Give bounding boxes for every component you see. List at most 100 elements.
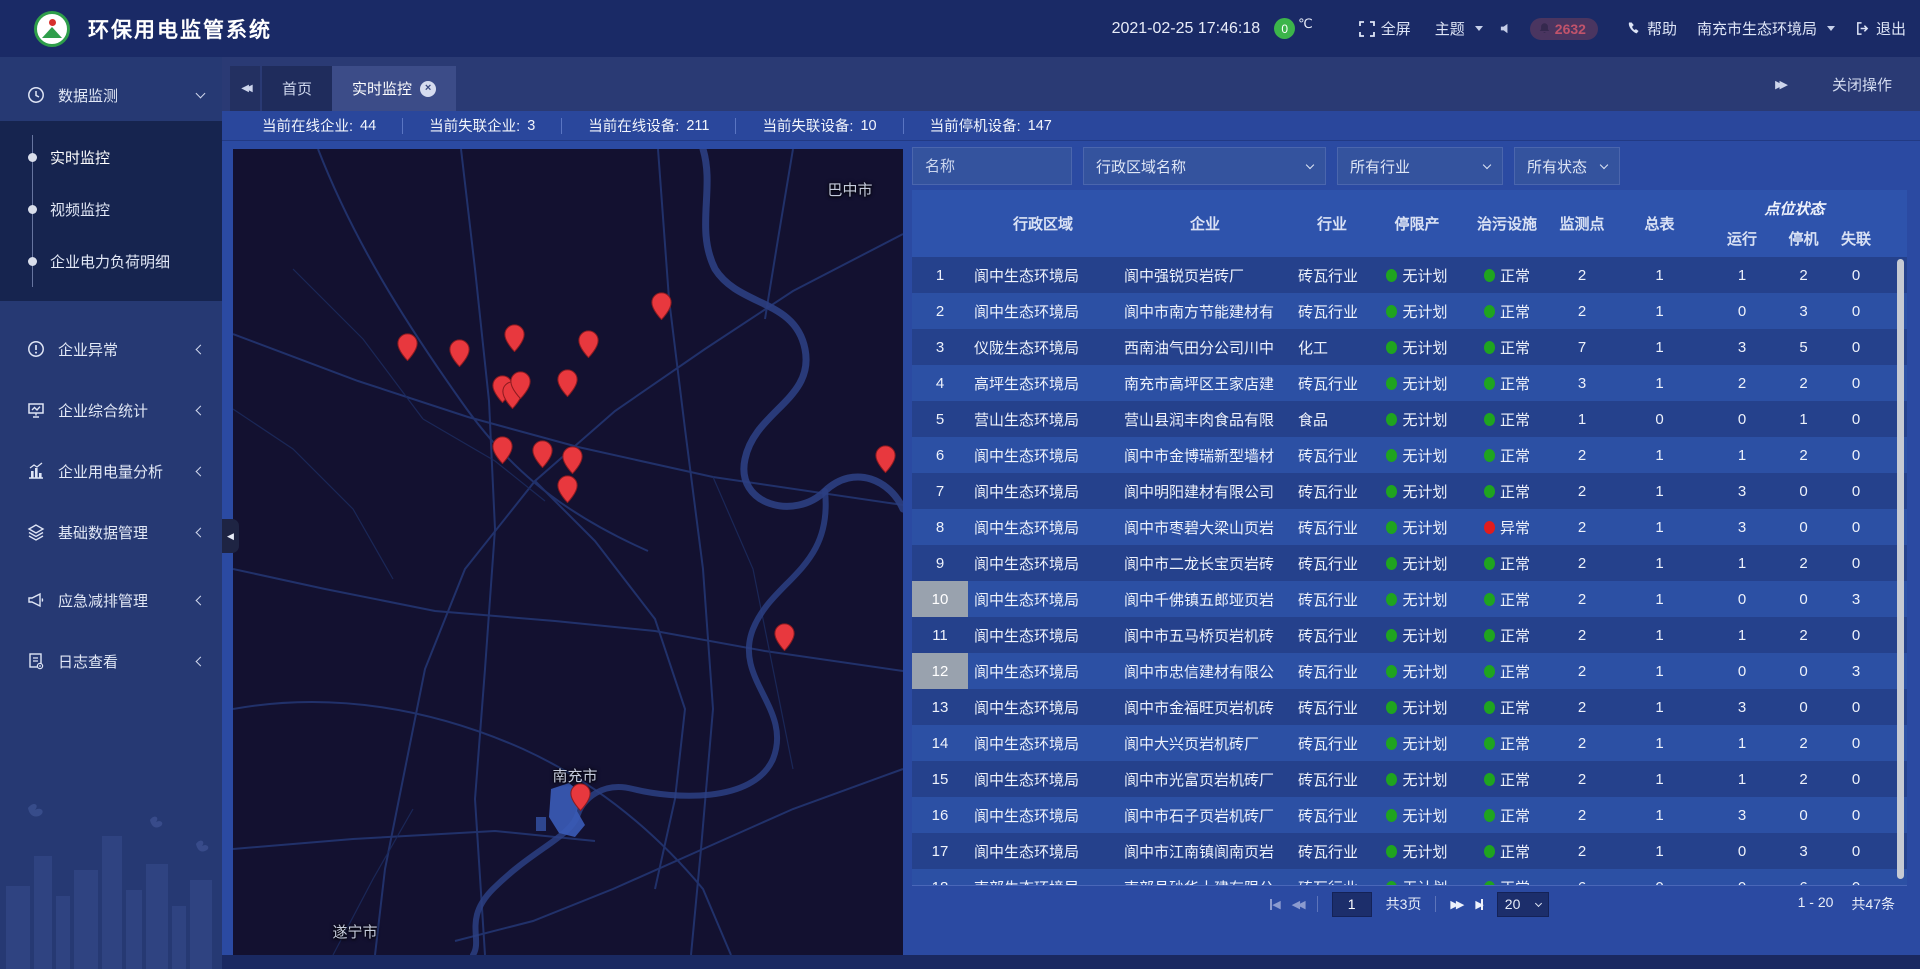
map-pin-icon[interactable] (578, 330, 599, 358)
map-pin-icon[interactable] (504, 324, 525, 352)
sidebar-item-power-load-detail[interactable]: 企业电力负荷明细 (0, 235, 222, 287)
cell-stop: 1 (1777, 401, 1830, 437)
cell-region: 阆中生态环境局 (968, 509, 1118, 545)
sidebar-item-video-monitor[interactable]: 视频监控 (0, 183, 222, 235)
table-row[interactable]: 13 阆中生态环境局 阆中市金福旺页岩机砖 砖瓦行业 无计划 正常 2 1 3 … (912, 689, 1907, 725)
table-row[interactable]: 12 阆中生态环境局 阆中市忠信建材有限公 砖瓦行业 无计划 正常 2 1 0 … (912, 653, 1907, 689)
table-row[interactable]: 18 南部生态环境局 南部县砂华土建有限公 砖瓦行业 无计划 正常 6 0 0 … (912, 869, 1907, 885)
cell-points: 2 (1552, 473, 1612, 509)
page-size-select[interactable]: 20 (1497, 892, 1549, 917)
page-number-input[interactable] (1332, 892, 1372, 917)
status-dot-icon (1386, 341, 1397, 354)
table-row[interactable]: 10 阆中生态环境局 阆中千佛镇五郎垭页岩 砖瓦行业 无计划 正常 2 1 0 … (912, 581, 1907, 617)
map-pin-icon[interactable] (449, 339, 470, 367)
cell-run: 3 (1707, 509, 1777, 545)
sidebar-item-power-analysis[interactable]: 企业用电量分析 (0, 445, 222, 497)
status-dot-icon (1484, 845, 1495, 858)
cell-industry: 砖瓦行业 (1292, 761, 1372, 797)
cell-region: 阆中生态环境局 (968, 833, 1118, 869)
table-row[interactable]: 9 阆中生态环境局 阆中市二龙长宝页岩砖 砖瓦行业 无计划 正常 2 1 1 2… (912, 545, 1907, 581)
sidebar-item-log-view[interactable]: 日志查看 (0, 635, 222, 687)
map-pin-icon[interactable] (875, 445, 896, 473)
table-row[interactable]: 8 阆中生态环境局 阆中市枣碧大梁山页岩 砖瓦行业 无计划 异常 2 1 3 0… (912, 509, 1907, 545)
tab-home[interactable]: 首页 (262, 66, 332, 111)
status-dot-icon (1386, 557, 1397, 570)
status-dot-icon (1386, 845, 1397, 858)
sidebar-item-data-monitoring[interactable]: 数据监测 (0, 69, 222, 121)
cell-company: 西南油气田分公司川中 (1118, 329, 1292, 365)
cell-limit: 无计划 (1372, 617, 1462, 653)
help-button[interactable]: 帮助 (1626, 18, 1677, 39)
map-pin-icon[interactable] (510, 371, 531, 399)
industry-select[interactable]: 所有行业 (1337, 147, 1503, 185)
next-page-button[interactable]: ▶▶ (1450, 898, 1461, 911)
sidebar-item-enterprise-statistics[interactable]: 企业综合统计 (0, 384, 222, 436)
cell-stop: 3 (1777, 833, 1830, 869)
theme-dropdown[interactable]: 主题 (1435, 18, 1483, 39)
table-row[interactable]: 3 仪陇生态环境局 西南油气田分公司川中 化工 无计划 正常 7 1 3 5 0 (912, 329, 1907, 365)
name-search-input[interactable] (912, 147, 1072, 185)
map-pin-icon[interactable] (492, 436, 513, 464)
map-city-label: 巴中市 (827, 179, 872, 200)
col-industry: 行业 (1292, 190, 1372, 257)
cell-total: 1 (1612, 725, 1707, 761)
fullscreen-icon (1359, 21, 1375, 37)
sidebar-collapse-handle[interactable]: ◀ (222, 519, 239, 553)
map-pin-icon[interactable] (774, 623, 795, 651)
map-pin-icon[interactable] (651, 292, 672, 320)
table-row[interactable]: 2 阆中生态环境局 阆中市南方节能建材有 砖瓦行业 无计划 正常 2 1 0 3… (912, 293, 1907, 329)
sidebar-item-realtime-monitor[interactable]: 实时监控 (0, 131, 222, 183)
sidebar-item-enterprise-abnormal[interactable]: 企业异常 (0, 323, 222, 375)
region-select[interactable]: 行政区域名称 (1083, 147, 1326, 185)
tab-scroll-left-button[interactable]: ◀◀ (230, 66, 260, 111)
map-canvas[interactable]: 巴中市南充市遂宁市 (233, 149, 903, 955)
status-select[interactable]: 所有状态 (1514, 147, 1620, 185)
cell-region: 阆中生态环境局 (968, 653, 1118, 689)
table-row[interactable]: 15 阆中生态环境局 阆中市光富页岩机砖厂 砖瓦行业 无计划 正常 2 1 1 … (912, 761, 1907, 797)
map-pin-icon[interactable] (570, 783, 591, 811)
table-row[interactable]: 16 阆中生态环境局 阆中市石子页岩机砖厂 砖瓦行业 无计划 正常 2 1 3 … (912, 797, 1907, 833)
cell-company: 阆中明阳建材有限公司 (1118, 473, 1292, 509)
map-pin-icon[interactable] (532, 440, 553, 468)
cell-company: 阆中大兴页岩机砖厂 (1118, 725, 1292, 761)
cell-company: 南充市高坪区王家店建 (1118, 365, 1292, 401)
table-row[interactable]: 11 阆中生态环境局 阆中市五马桥页岩机砖 砖瓦行业 无计划 正常 2 1 1 … (912, 617, 1907, 653)
table-row[interactable]: 7 阆中生态环境局 阆中明阳建材有限公司 砖瓦行业 无计划 正常 2 1 3 0… (912, 473, 1907, 509)
cell-limit: 无计划 (1372, 329, 1462, 365)
chevron-down-icon (1827, 26, 1835, 31)
org-user-dropdown[interactable]: 南充市生态环境局 (1697, 18, 1835, 39)
cell-total: 1 (1612, 257, 1707, 293)
last-page-button[interactable]: ▶ (1475, 898, 1482, 911)
table-row[interactable]: 6 阆中生态环境局 阆中市金博瑞新型墙材 砖瓦行业 无计划 正常 2 1 1 2… (912, 437, 1907, 473)
table-row[interactable]: 4 高坪生态环境局 南充市高坪区王家店建 砖瓦行业 无计划 正常 3 1 2 2… (912, 365, 1907, 401)
prev-page-button[interactable]: ◀◀ (1292, 898, 1303, 911)
cell-run: 3 (1707, 797, 1777, 833)
close-icon[interactable]: × (420, 81, 436, 97)
tab-scroll-right-button[interactable]: ▶▶ (1775, 78, 1788, 91)
first-page-button[interactable]: ◀ (1270, 898, 1277, 911)
cell-total: 1 (1612, 473, 1707, 509)
map-pin-icon[interactable] (557, 475, 578, 503)
tab-realtime-monitor[interactable]: 实时监控 × (332, 66, 456, 111)
fullscreen-button[interactable]: 全屏 (1359, 18, 1411, 39)
sidebar-item-emergency-reduction[interactable]: 应急减排管理 (0, 574, 222, 626)
cell-limit: 无计划 (1372, 545, 1462, 581)
cell-region: 阆中生态环境局 (968, 545, 1118, 581)
sound-toggle-button[interactable] (1499, 21, 1514, 36)
map-pin-icon[interactable] (562, 446, 583, 474)
cell-run: 0 (1707, 869, 1777, 885)
table-row[interactable]: 14 阆中生态环境局 阆中大兴页岩机砖厂 砖瓦行业 无计划 正常 2 1 1 2… (912, 725, 1907, 761)
cell-total: 1 (1612, 797, 1707, 833)
notification-badge[interactable]: 2632 (1530, 18, 1598, 40)
sidebar-item-basic-data[interactable]: 基础数据管理 (0, 506, 222, 558)
close-operations-button[interactable]: 关闭操作 (1832, 74, 1892, 95)
table-row[interactable]: 17 阆中生态环境局 阆中市江南镇阆南页岩 砖瓦行业 无计划 正常 2 1 0 … (912, 833, 1907, 869)
map-pin-icon[interactable] (557, 369, 578, 397)
chevron-down-icon (196, 89, 206, 99)
chevron-down-icon (1306, 161, 1314, 169)
table-row[interactable]: 5 营山生态环境局 营山县润丰肉食品有限 食品 无计划 正常 1 0 0 1 0 (912, 401, 1907, 437)
map-pin-icon[interactable] (397, 333, 418, 361)
table-scrollbar[interactable] (1897, 259, 1904, 879)
logout-button[interactable]: 退出 (1855, 18, 1906, 39)
table-row[interactable]: 1 阆中生态环境局 阆中强锐页岩砖厂 砖瓦行业 无计划 正常 2 1 1 2 0 (912, 257, 1907, 293)
